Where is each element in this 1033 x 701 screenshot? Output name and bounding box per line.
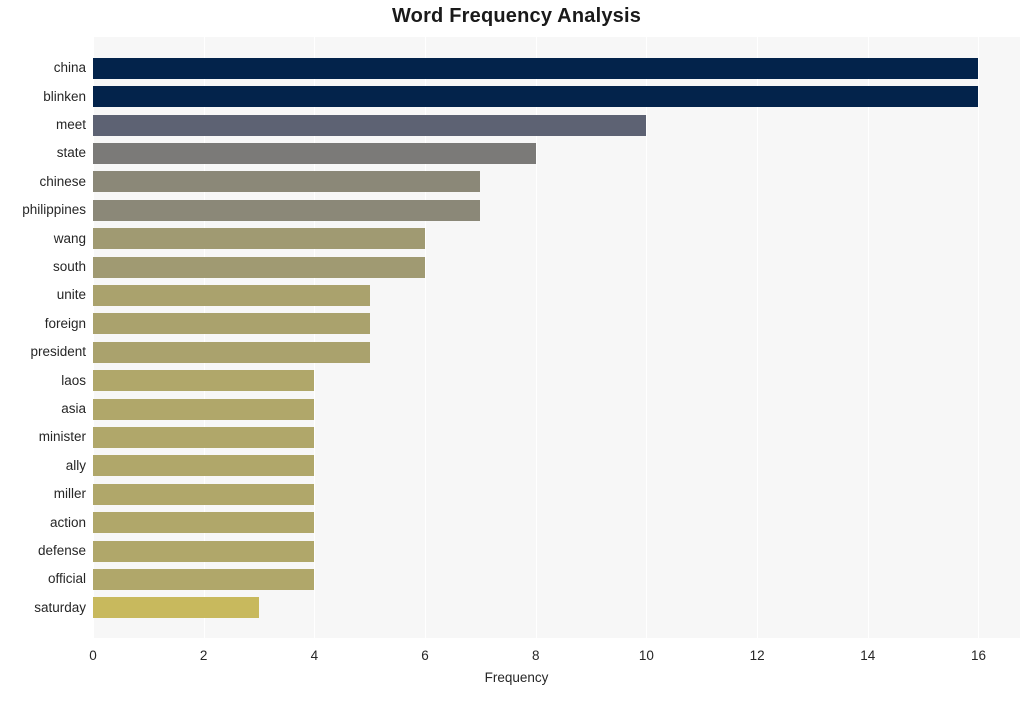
bar[interactable] <box>93 483 315 505</box>
x-tick-label: 6 <box>421 648 429 663</box>
y-tick-label: chinese <box>39 173 86 189</box>
bar[interactable] <box>93 426 315 448</box>
y-tick-label: official <box>47 571 86 587</box>
x-axis: 0 2 4 6 8 10 12 14 16 <box>89 638 1020 668</box>
bar[interactable] <box>93 199 481 221</box>
y-tick-label: blinken <box>43 88 86 104</box>
y-tick-label: laos <box>61 372 86 388</box>
y-tick-label: philippines <box>22 202 86 218</box>
y-axis: china blinken meet state chinese philippines w… <box>0 37 86 638</box>
y-tick-label: wang <box>53 230 86 246</box>
y-tick-label: state <box>56 145 86 161</box>
bar[interactable] <box>93 370 315 392</box>
y-tick-label: unite <box>56 287 86 303</box>
bar[interactable] <box>93 171 481 193</box>
word-frequency-chart: Word Frequency Analysis china blinken meet… <box>0 0 1033 701</box>
x-tick-label: 12 <box>749 648 765 663</box>
bar[interactable] <box>93 568 315 590</box>
chart-title: Word Frequency Analysis <box>391 5 642 27</box>
y-tick-label: minister <box>38 429 86 445</box>
bar[interactable] <box>93 455 315 477</box>
bar[interactable] <box>93 540 315 562</box>
x-tick-label: 10 <box>638 648 654 663</box>
bar[interactable] <box>93 512 315 534</box>
y-tick-label: president <box>30 344 86 360</box>
plot-area <box>93 37 1020 638</box>
x-tick-label: 2 <box>199 648 208 663</box>
bar[interactable] <box>93 284 370 306</box>
bar[interactable] <box>93 313 370 335</box>
x-axis-title: Frequency <box>484 670 549 685</box>
bar[interactable] <box>93 114 647 136</box>
bar[interactable] <box>93 228 426 250</box>
y-tick-label: foreign <box>44 315 86 331</box>
y-tick-label: action <box>49 514 86 530</box>
bar[interactable] <box>93 86 979 108</box>
y-tick-label: miller <box>53 486 86 502</box>
y-tick-label: ally <box>65 457 86 473</box>
x-tick-label: 8 <box>531 648 540 663</box>
bar[interactable] <box>93 57 979 79</box>
bar[interactable] <box>93 256 426 278</box>
y-tick-label: defense <box>37 543 86 559</box>
x-tick-label: 0 <box>89 648 97 663</box>
x-tick-label: 14 <box>860 648 876 663</box>
x-tick-label: 4 <box>310 648 319 663</box>
y-tick-label: china <box>53 60 86 76</box>
gridline <box>757 37 759 638</box>
y-tick-label: south <box>52 259 86 275</box>
y-tick-label: asia <box>61 401 86 417</box>
bar[interactable] <box>93 341 370 363</box>
gridline <box>646 37 648 638</box>
x-tick-label: 16 <box>970 648 986 663</box>
y-tick-label: saturday <box>34 599 86 615</box>
bar[interactable] <box>93 597 260 619</box>
bar[interactable] <box>93 142 536 164</box>
gridline <box>978 37 980 638</box>
gridline <box>867 37 869 638</box>
bar[interactable] <box>93 398 315 420</box>
y-tick-label: meet <box>55 117 86 133</box>
